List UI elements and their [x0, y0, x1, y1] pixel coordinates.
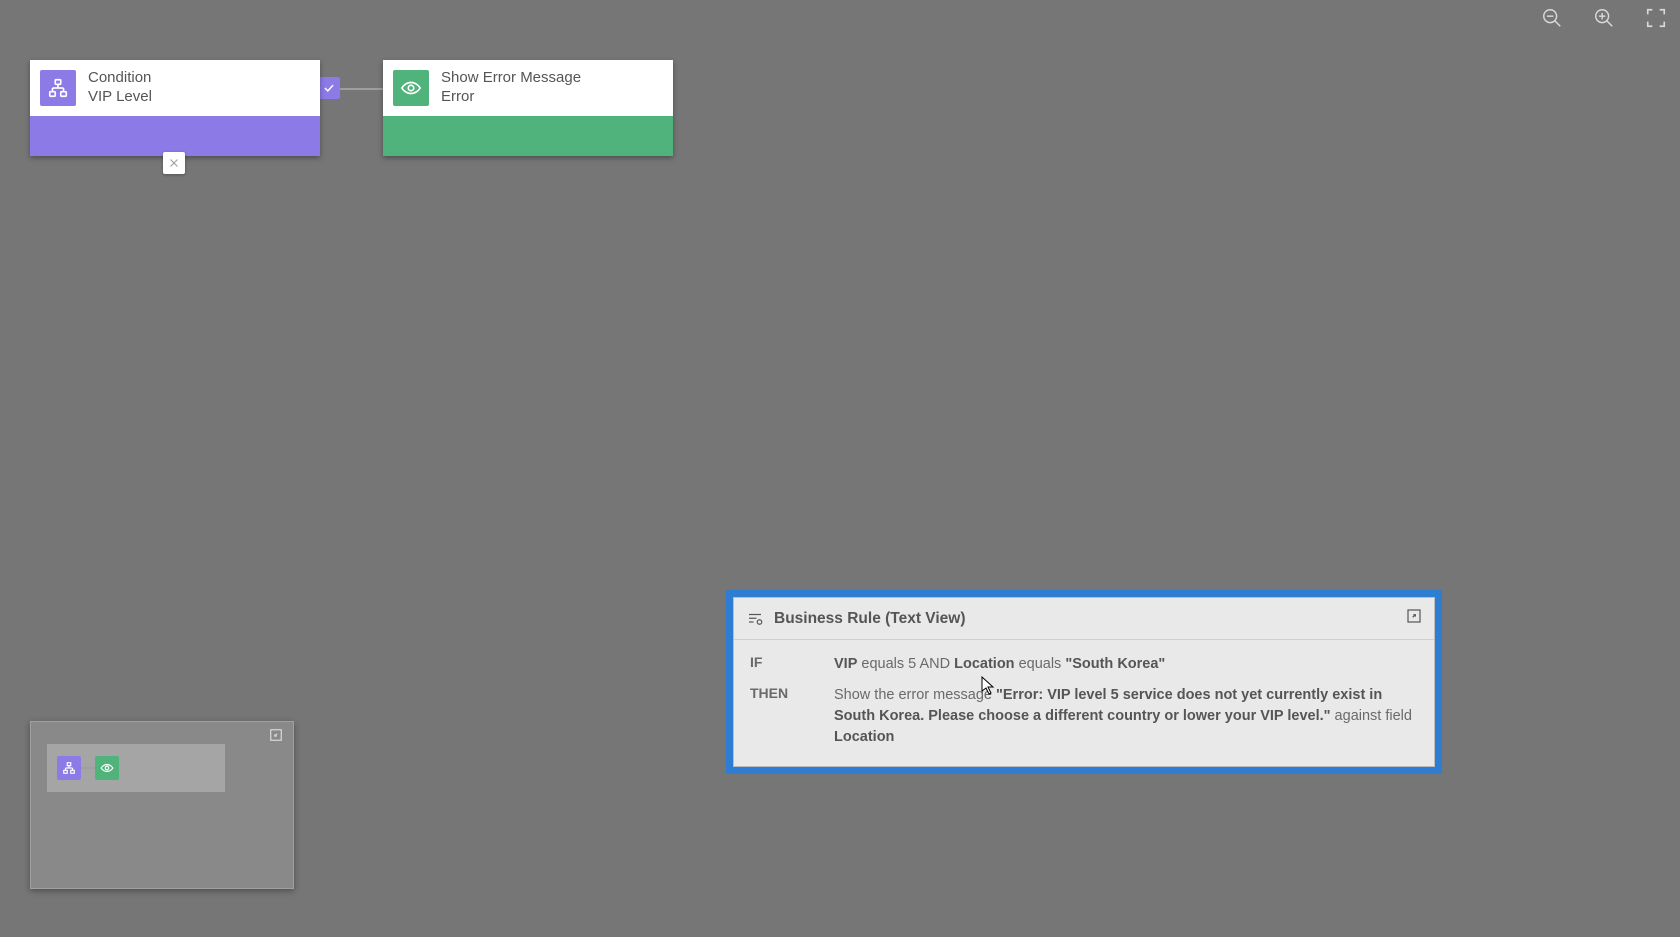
then-expression: Show the error message "Error: VIP level…: [834, 685, 1418, 748]
action-node-header: Show Error Message Error: [383, 60, 673, 116]
close-icon: [168, 157, 180, 169]
minimap-connector: [81, 767, 95, 769]
condition-node-label: Condition VIP Level: [88, 69, 152, 107]
hierarchy-icon: [47, 77, 69, 99]
collapse-icon: [269, 728, 283, 742]
zoom-in-button[interactable]: [1592, 6, 1616, 30]
minimap[interactable]: [30, 721, 294, 889]
textview-header: Business Rule (Text View): [734, 598, 1434, 640]
if-expression: VIP equals 5 AND Location equals "South …: [834, 654, 1418, 675]
minimap-condition-node: [57, 756, 81, 780]
condition-false-branch-drop[interactable]: [163, 152, 185, 174]
condition-node-band: [30, 116, 320, 156]
fit-screen-icon: [1645, 7, 1667, 29]
then-keyword: THEN: [750, 685, 822, 748]
minimap-action-node: [95, 756, 119, 780]
expand-icon: [1406, 608, 1422, 624]
if-keyword: IF: [750, 654, 822, 675]
textview-expand-button[interactable]: [1406, 608, 1422, 629]
connector-true-check: [318, 77, 340, 99]
action-node-band: [383, 116, 673, 156]
zoom-out-button[interactable]: [1540, 6, 1564, 30]
textview-panel[interactable]: Business Rule (Text View) IF VIP equals …: [733, 597, 1435, 767]
action-node-line2: Error: [441, 88, 581, 107]
fit-screen-button[interactable]: [1644, 6, 1668, 30]
eye-gear-icon: [400, 77, 422, 99]
action-node-line1: Show Error Message: [441, 69, 581, 88]
canvas-toolbar: [1540, 6, 1668, 30]
action-node-label: Show Error Message Error: [441, 69, 581, 107]
condition-node-line2: VIP Level: [88, 88, 152, 107]
designer-canvas[interactable]: Condition VIP Level Show Error Message E…: [0, 0, 1680, 937]
condition-icon: [40, 70, 76, 106]
eye-icon: [100, 761, 114, 775]
action-node[interactable]: Show Error Message Error: [383, 60, 673, 156]
condition-node[interactable]: Condition VIP Level: [30, 60, 320, 156]
condition-node-header: Condition VIP Level: [30, 60, 320, 116]
textview-title: Business Rule (Text View): [774, 610, 966, 628]
minimap-collapse-button[interactable]: [269, 728, 285, 744]
zoom-out-icon: [1541, 7, 1563, 29]
check-icon: [322, 81, 336, 95]
action-icon: [393, 70, 429, 106]
list-gear-icon: [746, 610, 764, 628]
textview-body: IF VIP equals 5 AND Location equals "Sou…: [734, 640, 1434, 766]
textview-highlight: Business Rule (Text View) IF VIP equals …: [726, 590, 1442, 774]
hierarchy-icon: [62, 761, 76, 775]
condition-node-line1: Condition: [88, 69, 152, 88]
zoom-in-icon: [1593, 7, 1615, 29]
